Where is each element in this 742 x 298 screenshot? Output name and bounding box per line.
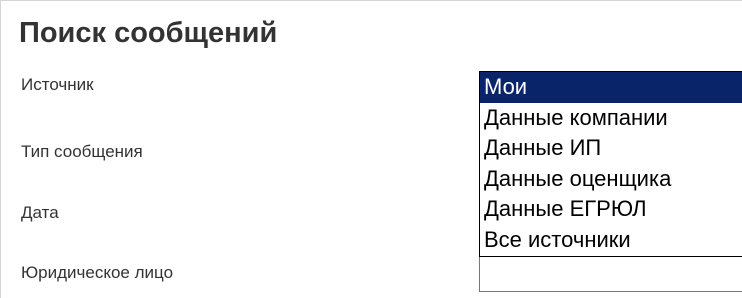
source-option-ip-data[interactable]: Данные ИП [480,133,742,164]
source-label: Источник [21,75,94,94]
legal-entity-label: Юридическое лицо [21,263,174,282]
message-type-label: Тип сообщения [21,142,143,161]
source-option-appraiser-data[interactable]: Данные оценщика [480,164,742,195]
source-option-company-data[interactable]: Данные компании [480,103,742,134]
date-label: Дата [21,203,59,222]
source-dropdown-list[interactable]: Мои Данные компании Данные ИП Данные оце… [479,71,742,257]
page-title: Поиск сообщений [19,17,278,49]
source-option-mine[interactable]: Мои [480,72,742,103]
source-option-egrul-data[interactable]: Данные ЕГРЮЛ [480,194,742,225]
legal-entity-input[interactable] [479,256,742,292]
message-search-panel: Поиск сообщений Источник Тип сообщения Д… [0,0,742,298]
source-option-all-sources[interactable]: Все источники [480,225,742,256]
